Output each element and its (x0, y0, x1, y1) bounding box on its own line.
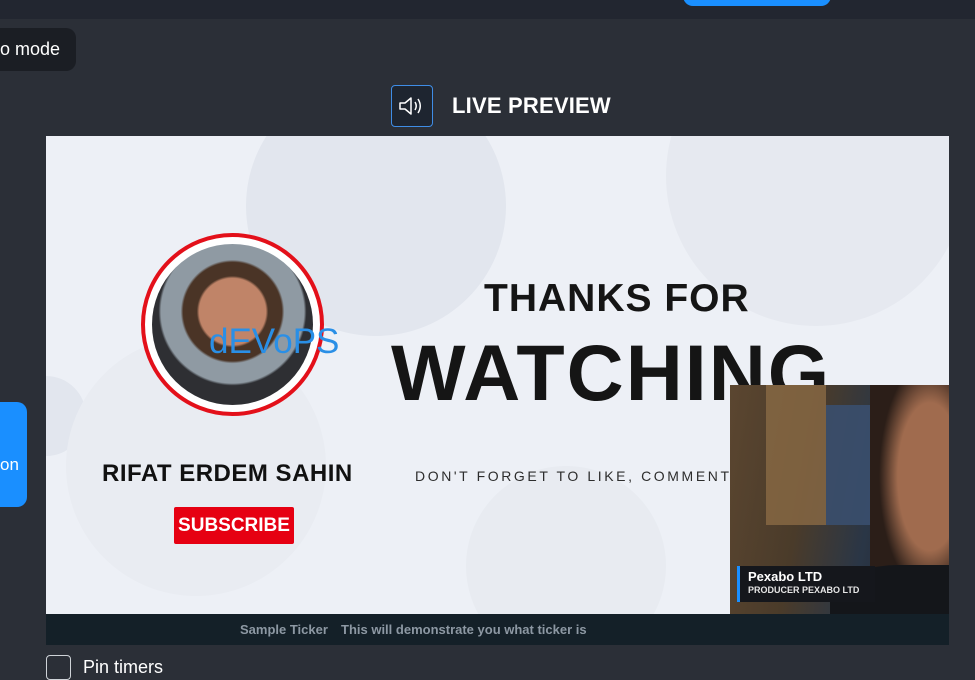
speaker-icon[interactable] (391, 85, 433, 127)
avatar-overlay-text: dEVoPS (209, 322, 340, 361)
side-action-button[interactable]: on (0, 402, 27, 507)
ticker-text: This will demonstrate you what ticker is (341, 622, 587, 637)
preview-header: LIVE PREVIEW (391, 83, 611, 129)
subscribe-button: SUBSCRIBE (174, 507, 294, 544)
pin-timers-checkbox[interactable] (46, 655, 71, 680)
top-bar (0, 0, 975, 19)
lower-third-role: PRODUCER PEXABO LTD (748, 585, 860, 595)
lower-third: Pexabo LTD PRODUCER PEXABO LTD (737, 566, 875, 602)
headline-line1: THANKS FOR (484, 277, 750, 320)
top-accent-button[interactable] (683, 0, 831, 6)
pin-timers-label: Pin timers (83, 657, 164, 677)
tagline: DON'T FORGET TO LIKE, COMMENT A (415, 468, 750, 484)
ticker-title: Sample Ticker (240, 622, 328, 637)
mode-toggle-label: o mode (0, 39, 61, 59)
lower-third-name: Pexabo LTD (748, 569, 823, 584)
preview-title: LIVE PREVIEW (452, 93, 611, 118)
mode-toggle-button[interactable]: o mode (0, 28, 76, 71)
ticker-bar: Sample Ticker This will demonstrate you … (46, 614, 949, 645)
presenter-name: RIFAT ERDEM SAHIN (102, 460, 353, 487)
side-action-label: on (0, 455, 19, 474)
